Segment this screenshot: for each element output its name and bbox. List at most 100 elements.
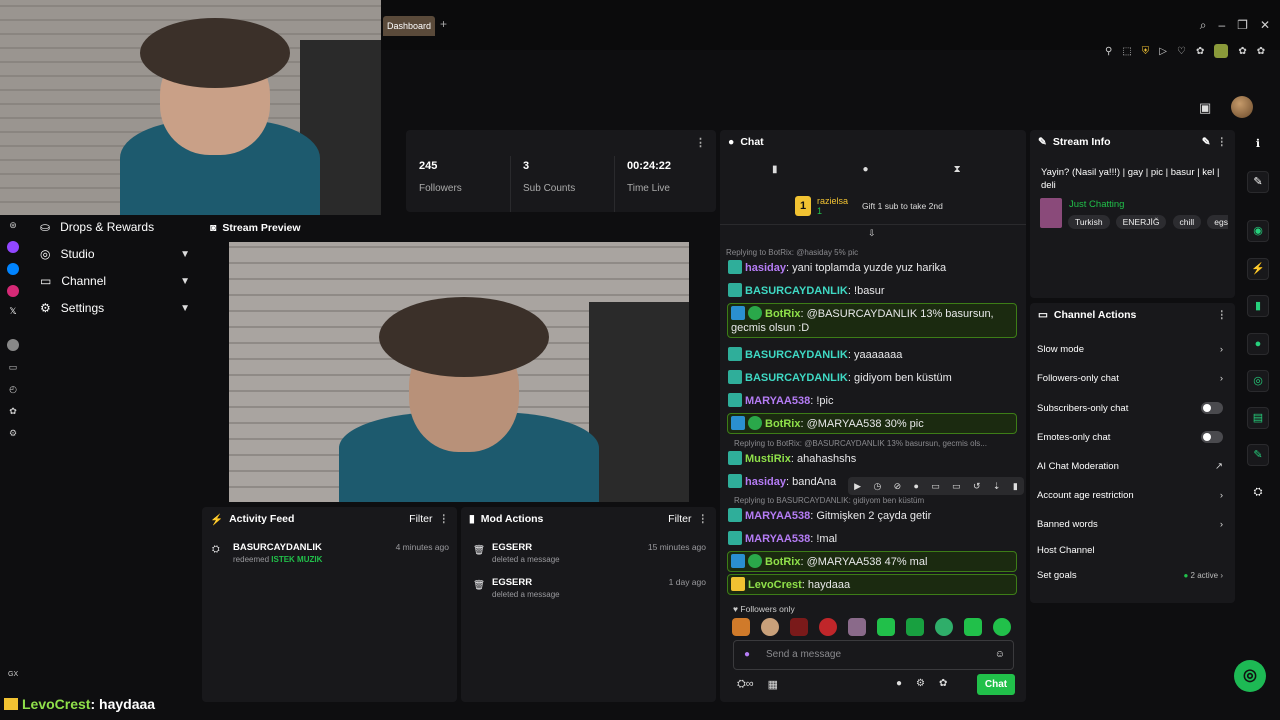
sidebar-item-drops-rewards[interactable]: ⛀ Drops & Rewards — [40, 220, 190, 234]
hourglass-icon[interactable]: ⧗ — [954, 164, 961, 175]
chat-bubble-icon[interactable]: ● — [863, 164, 869, 175]
tag[interactable]: Turkish — [1068, 215, 1110, 229]
chat-message[interactable]: BotRix: @BASURCAYDANLIK 13% basursun, ge… — [727, 303, 1017, 338]
action-banned-words[interactable]: Banned words › — [1037, 519, 1223, 530]
bolt-icon[interactable]: ⚡ — [1247, 258, 1269, 280]
x-icon[interactable]: 𝕏 — [7, 305, 19, 317]
play-icon[interactable]: ▶ — [854, 481, 861, 492]
undo-icon[interactable]: ↺ — [973, 481, 981, 492]
action-ai-moderation[interactable]: AI Chat Moderation ↗ — [1037, 461, 1223, 472]
emote[interactable] — [761, 618, 779, 636]
emote[interactable] — [877, 618, 895, 636]
pin-icon[interactable]: ⚲ — [1105, 46, 1112, 57]
support-button[interactable]: ◎ — [1234, 660, 1266, 692]
clock-icon[interactable]: ◷ — [873, 481, 881, 492]
action-slow-mode[interactable]: Slow mode › — [1037, 344, 1223, 355]
tag[interactable]: chill — [1172, 215, 1202, 229]
filter-button[interactable]: Filter — [409, 513, 432, 525]
broadcast-icon[interactable]: ◎ — [1247, 370, 1269, 392]
history-icon[interactable]: ◴ — [7, 383, 19, 395]
filter-button[interactable]: Filter — [668, 513, 691, 525]
extensions-icon[interactable]: ✿ — [7, 405, 19, 417]
chat-message[interactable]: BotRix: @MARYAA538 47% mal — [727, 551, 1017, 572]
instagram-icon[interactable] — [7, 285, 19, 297]
add-widget-icon[interactable]: ⛭ — [1247, 482, 1269, 504]
action-set-goals[interactable]: Set goals ● 2 active › — [1037, 570, 1223, 581]
emote[interactable] — [964, 618, 982, 636]
edit-icon[interactable]: ✎ — [1247, 171, 1269, 193]
restore-icon[interactable]: ❐ — [1237, 18, 1248, 33]
hide-icon[interactable]: ⊘ — [894, 481, 902, 492]
camera-icon[interactable]: ◉ — [1247, 220, 1269, 242]
more-icon[interactable]: ⋮ — [439, 513, 450, 525]
chat-message[interactable]: BASURCAYDANLIK: !basur — [728, 283, 1018, 298]
play-icon[interactable]: ▷ — [1159, 46, 1167, 57]
shield-icon[interactable]: ⛨ — [1142, 46, 1150, 57]
emoji-icon[interactable]: ☺ — [995, 641, 1005, 669]
action-subscribers-only[interactable]: Subscribers-only chat — [1037, 402, 1223, 414]
shield-icon[interactable]: ▮ — [1247, 295, 1269, 317]
copy-icon[interactable]: ▭ — [931, 481, 940, 492]
settings-icon[interactable]: ⚙ — [7, 427, 19, 439]
layout-icon[interactable]: ▤ — [1247, 407, 1269, 429]
chat-icon[interactable]: ● — [1247, 333, 1269, 355]
chat-message[interactable]: MARYAA538: !mal — [728, 531, 1018, 546]
emote[interactable] — [993, 618, 1011, 636]
chat-message[interactable]: MARYAA538: Gitmişken 2 çayda getir — [728, 508, 1018, 523]
chat-message[interactable]: MARYAA538: !pic — [728, 393, 1018, 408]
chat-message[interactable]: BASURCAYDANLIK: gidiyom ben küstüm — [728, 370, 1018, 385]
profile-extension-icon[interactable] — [1214, 44, 1229, 58]
emote[interactable] — [790, 618, 808, 636]
category-thumbnail[interactable] — [1040, 198, 1062, 228]
chat-message[interactable]: BotRix: @MARYAA538 30% pic — [727, 413, 1017, 434]
chat-input[interactable]: ● Send a message ☺ — [733, 640, 1014, 670]
pin-icon[interactable]: ⇣ — [993, 481, 1001, 492]
info-icon[interactable]: ℹ — [1247, 134, 1269, 156]
chat-message[interactable]: BASURCAYDANLIK: yaaaaaaa — [728, 347, 1018, 362]
extension-icon[interactable]: ✿ — [1196, 46, 1204, 57]
close-icon[interactable]: ✕ — [1260, 18, 1270, 33]
heart-icon[interactable]: ♡ — [1177, 46, 1186, 57]
action-host-channel[interactable]: Host Channel — [1037, 545, 1223, 556]
wallet-icon[interactable]: ▭ — [7, 361, 19, 373]
emote[interactable] — [935, 618, 953, 636]
gear-icon[interactable]: ⚙ — [916, 678, 925, 689]
messenger-icon[interactable] — [7, 263, 19, 275]
copy2-icon[interactable]: ▭ — [952, 481, 961, 492]
new-tab-button[interactable]: + — [440, 17, 447, 31]
stream-preview-video[interactable] — [229, 242, 689, 502]
action-account-age[interactable]: Account age restriction › — [1037, 490, 1223, 501]
edit-icon[interactable]: ✎ — [1202, 136, 1211, 148]
gift-icon[interactable]: ✿ — [939, 678, 947, 689]
tab-dashboard[interactable]: Dashboard — [383, 16, 436, 36]
emote[interactable] — [732, 618, 750, 636]
sidebar-item-channel[interactable]: ▭ Channel ▼ — [40, 274, 190, 288]
tag[interactable]: egsert — [1207, 215, 1228, 229]
extension2-icon[interactable]: ✿ — [1238, 46, 1246, 57]
more-icon[interactable]: ⋮ — [695, 136, 706, 149]
pinned-icon[interactable]: ⇩ — [868, 228, 876, 239]
toggle-switch[interactable] — [1201, 402, 1223, 414]
mic-icon[interactable]: ● — [744, 641, 750, 669]
trash-icon[interactable]: ▮ — [772, 164, 778, 175]
toggle-switch[interactable] — [1201, 431, 1223, 443]
delete-icon[interactable]: ▮ — [1013, 481, 1018, 492]
emote[interactable] — [906, 618, 924, 636]
screenshot-icon[interactable]: ⬚ — [1122, 46, 1131, 57]
points-icon[interactable]: ⛭∞ — [737, 678, 754, 691]
search-icon[interactable]: ⌕ — [1200, 18, 1207, 33]
avatar[interactable] — [1231, 96, 1253, 118]
action-followers-only[interactable]: Followers-only chat › — [1037, 373, 1223, 384]
chat-bubble-icon[interactable]: ● — [896, 678, 902, 689]
more-icon[interactable]: ⋮ — [1217, 309, 1228, 321]
gift-sub-button[interactable]: Gift 1 sub to take 2nd — [862, 201, 943, 211]
emote[interactable] — [819, 618, 837, 636]
store-icon[interactable]: ▦ — [768, 678, 778, 691]
chatgpt-icon[interactable]: ⊛ — [7, 219, 19, 231]
extension3-icon[interactable]: ✿ — [1257, 46, 1265, 57]
spotify-icon[interactable] — [7, 339, 19, 351]
chat-message[interactable]: LevoCrest: haydaaa — [727, 574, 1017, 595]
minimize-icon[interactable]: – — [1218, 18, 1225, 33]
sidebar-item-studio[interactable]: ◎ Studio ▼ — [40, 247, 190, 261]
display-icon[interactable]: ▣ — [1199, 100, 1211, 116]
